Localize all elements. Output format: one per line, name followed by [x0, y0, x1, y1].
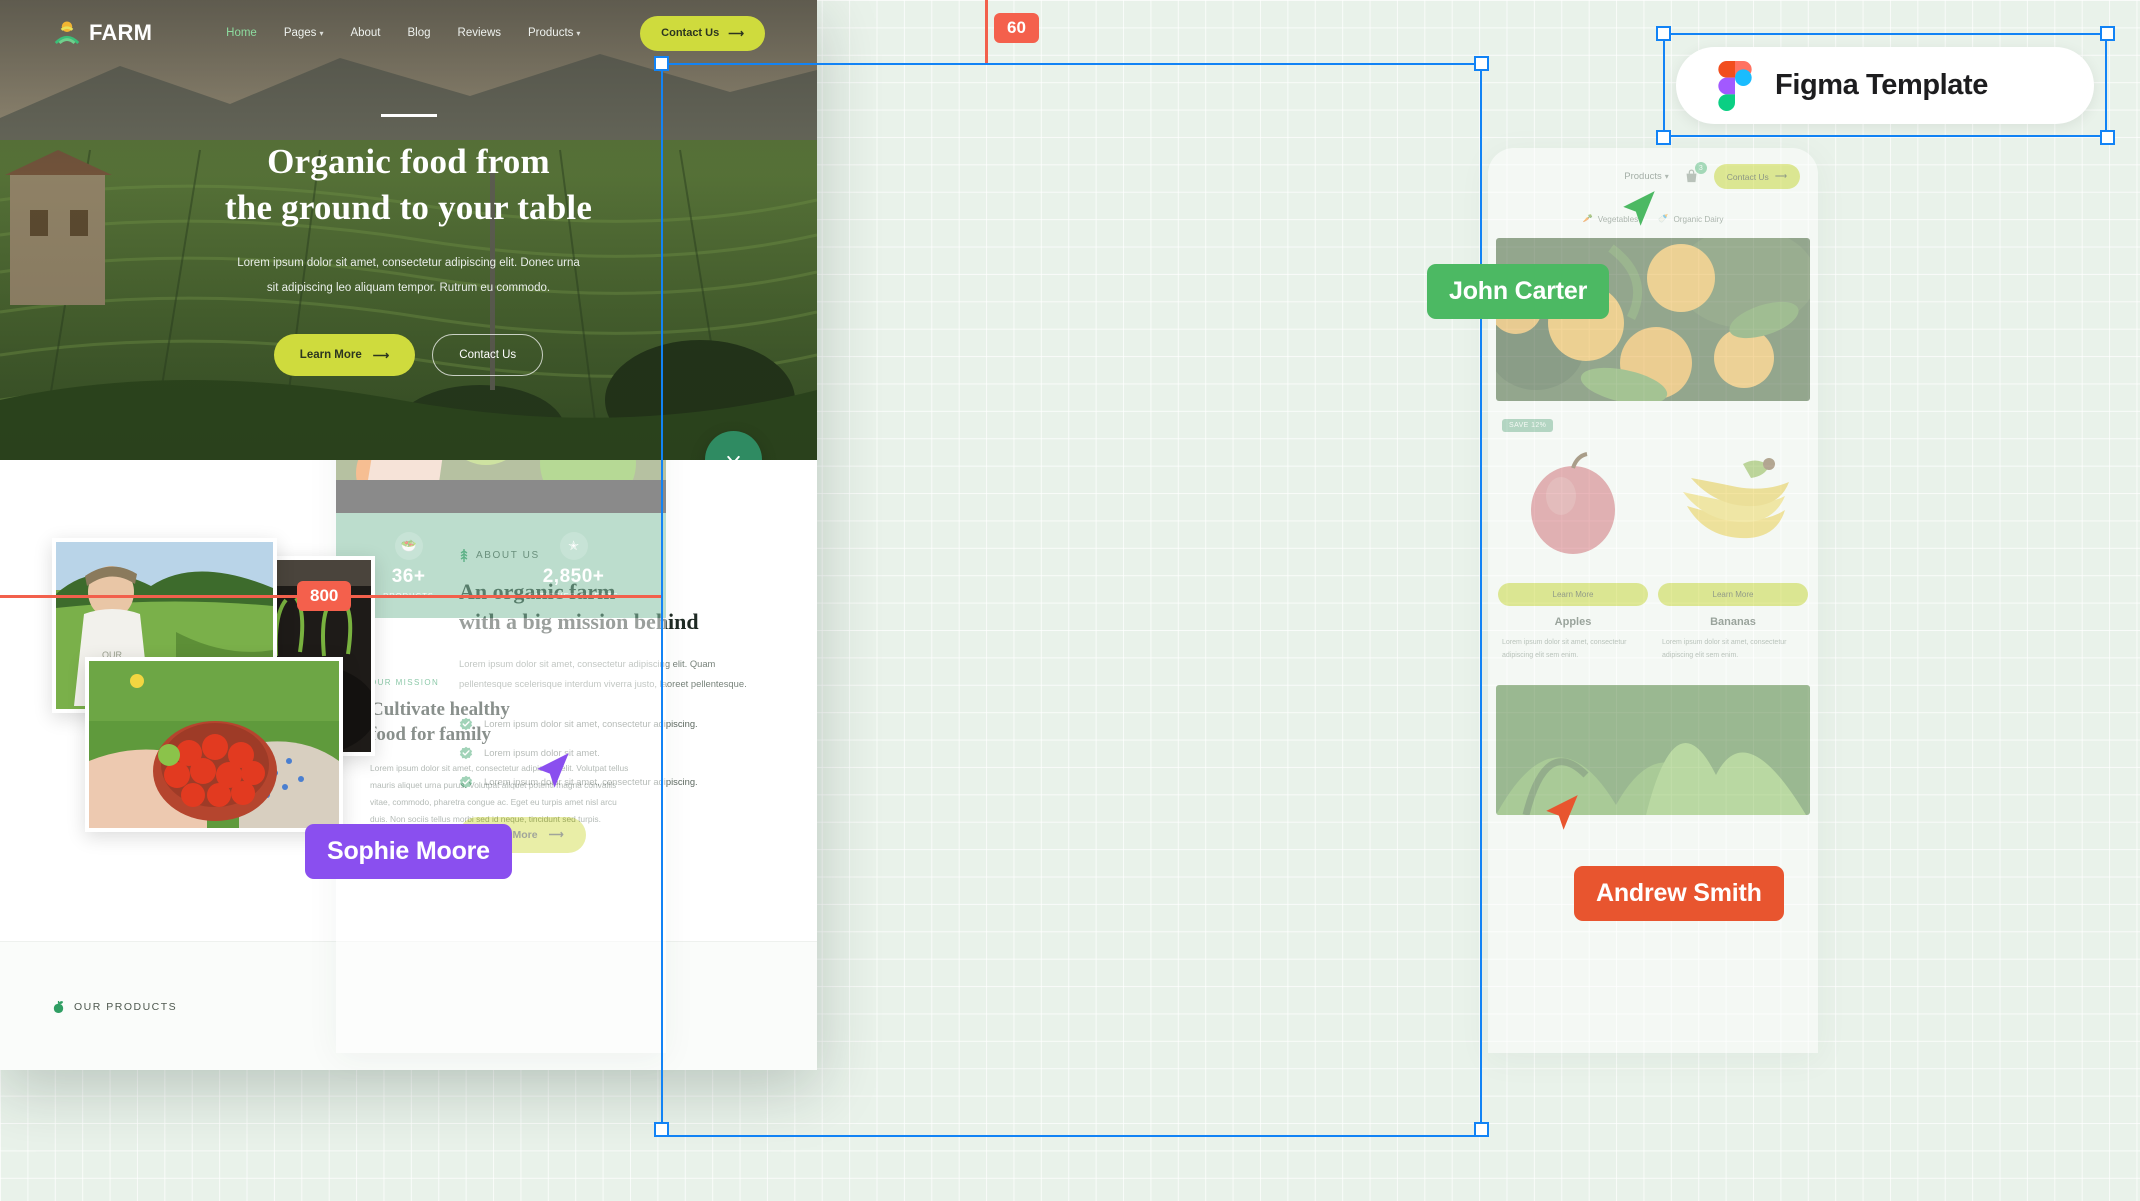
cursor-andrew-smith: [1543, 792, 1581, 841]
product-learn-more-button[interactable]: Learn More: [1658, 583, 1808, 606]
figma-handle-top-right[interactable]: [2100, 26, 2115, 41]
milk-bottle-icon: 🍼: [1658, 214, 1669, 223]
nav-item-products[interactable]: Products ▾: [528, 27, 580, 39]
product-description: Lorem ipsum dolor sit amet, consectetur …: [1662, 639, 1787, 660]
hero-learn-more-button[interactable]: Learn More ⟶: [273, 333, 416, 376]
hero-paragraph-line-1: Lorem ipsum dolor sit amet, consectetur …: [237, 257, 580, 270]
arrow-right-icon: ⟶: [372, 349, 390, 362]
collaborator-label-john-carter: John Carter: [1427, 264, 1610, 319]
product-card-bananas[interactable]: Learn More Bananas Lorem ipsum dolor sit…: [1658, 427, 1808, 663]
figma-handle-top-left[interactable]: [1656, 26, 1671, 41]
nav-item-home[interactable]: Home: [226, 27, 257, 39]
stat-value: 2,850+: [542, 565, 605, 587]
chevron-down-icon: ▾: [319, 29, 324, 38]
product-name: Bananas: [1710, 616, 1756, 628]
center-card-nav-links[interactable]: Home Pages ▾ About Blog Reviews Products ▾: [226, 27, 580, 39]
nav-contact-us-button[interactable]: Contact Us ⟶: [640, 15, 765, 51]
right-product-grid: SAVE 12% Learn More Apples Lorem ipsum d…: [1488, 401, 1818, 663]
apple-icon: [53, 1000, 64, 1013]
collage-photo-tomato-bowl: [85, 657, 343, 832]
product-description: Lorem ipsum dolor sit amet, consectetur …: [1502, 639, 1627, 660]
carrot-icon: 🥕: [1582, 214, 1593, 223]
save-badge: SAVE 12%: [1502, 419, 1554, 432]
collaborator-label-andrew-smith: Andrew Smith: [1574, 866, 1784, 921]
measure-guide-vertical: [985, 0, 988, 64]
heading-line-2: food for family: [370, 724, 492, 746]
hero-title-line-1: Organic food from: [267, 142, 550, 181]
cursor-sophie-moore: [534, 750, 572, 799]
nav-item-about[interactable]: About: [350, 27, 380, 39]
hero-paragraph: Lorem ipsum dolor sit amet, consectetur …: [0, 251, 817, 299]
arrow-right-icon: ⟶: [1774, 171, 1787, 181]
left-section-tag: OUR MISSION: [370, 678, 440, 687]
selection-handle-bottom-left[interactable]: [654, 1122, 669, 1137]
selection-handle-bottom-right[interactable]: [1474, 1122, 1489, 1137]
measure-badge-width: 60: [994, 13, 1039, 43]
hero-title: Organic food from the ground to your tab…: [0, 139, 817, 231]
shopping-bag-icon[interactable]: 3: [1683, 162, 1707, 185]
collaborator-label-sophie-moore: Sophie Moore: [305, 824, 512, 879]
left-section-paragraph: Lorem ipsum dolor sit amet, consectetur …: [370, 763, 629, 824]
nav-item-reviews[interactable]: Reviews: [458, 27, 501, 39]
right-nav-products[interactable]: Products ▾: [1624, 171, 1669, 182]
apple-illustration: [1498, 427, 1648, 577]
hero-paragraph-line-2: sit adipiscing leo aliquam tempor. Rutru…: [266, 281, 551, 294]
hero-buttons: Learn More ⟶ Contact Us: [0, 333, 817, 376]
center-card-navbar: FARM Home Pages ▾ About Blog Reviews Prod…: [0, 0, 817, 66]
right-card-citrus-image: [1496, 238, 1810, 401]
chevron-down-icon: [727, 455, 740, 460]
cursor-john-carter: [1620, 188, 1658, 237]
product-learn-more-button[interactable]: Learn More: [1498, 583, 1648, 606]
hero-content: Organic food from the ground to your tab…: [0, 114, 817, 376]
center-card-brand: FARM: [89, 20, 153, 45]
right-contact-button[interactable]: Contact Us ⟶: [1713, 164, 1800, 189]
category-organic-dairy[interactable]: 🍼 Organic Dairy: [1658, 214, 1723, 224]
stars-icon: ✭: [559, 531, 588, 560]
figma-canvas[interactable]: FARM Home Pages▾ About Blog: [0, 0, 2140, 1201]
figma-handle-bottom-right[interactable]: [2100, 130, 2115, 145]
center-card-logo[interactable]: FARM: [52, 18, 152, 48]
measure-badge-height: 800: [297, 581, 352, 611]
about-image-collage: OUR: [52, 538, 407, 838]
product-name: Apples: [1554, 616, 1592, 628]
heading-line-1: Cultivate healthy: [370, 699, 510, 720]
cart-count-badge: 3: [1694, 162, 1707, 174]
hero-divider: [380, 114, 437, 117]
products-tag-label: OUR PRODUCTS: [74, 1000, 178, 1013]
banana-illustration: [1658, 427, 1808, 577]
product-card-apples[interactable]: SAVE 12% Learn More Apples Lorem ipsum d…: [1498, 419, 1648, 663]
figma-template-badge[interactable]: Figma Template: [1676, 47, 2094, 124]
hero-contact-us-button[interactable]: Contact Us: [432, 333, 544, 376]
nav-item-blog[interactable]: Blog: [408, 27, 431, 39]
figma-badge-label: Figma Template: [1775, 69, 1989, 101]
farm-logo-icon: [52, 18, 82, 48]
hero-section: FARM Home Pages ▾ About Blog Reviews Prod…: [0, 0, 817, 460]
figma-handle-bottom-left[interactable]: [1656, 130, 1671, 145]
arrow-right-icon: ⟶: [728, 27, 744, 40]
chevron-down-icon: ▾: [1664, 172, 1669, 181]
chevron-down-icon: ▾: [576, 29, 581, 38]
selection-handle-top-left[interactable]: [654, 56, 669, 71]
nav-item-pages[interactable]: Pages ▾: [284, 27, 324, 39]
stat-clients: ✭ 2,850+ SATISFIED CLIENTS: [528, 531, 619, 600]
hero-title-line-2: the ground to your table: [224, 188, 593, 228]
figma-logo-icon: [1718, 60, 1752, 111]
selection-handle-top-right[interactable]: [1474, 56, 1489, 71]
left-section-heading: Cultivate healthy food for family: [370, 697, 632, 747]
